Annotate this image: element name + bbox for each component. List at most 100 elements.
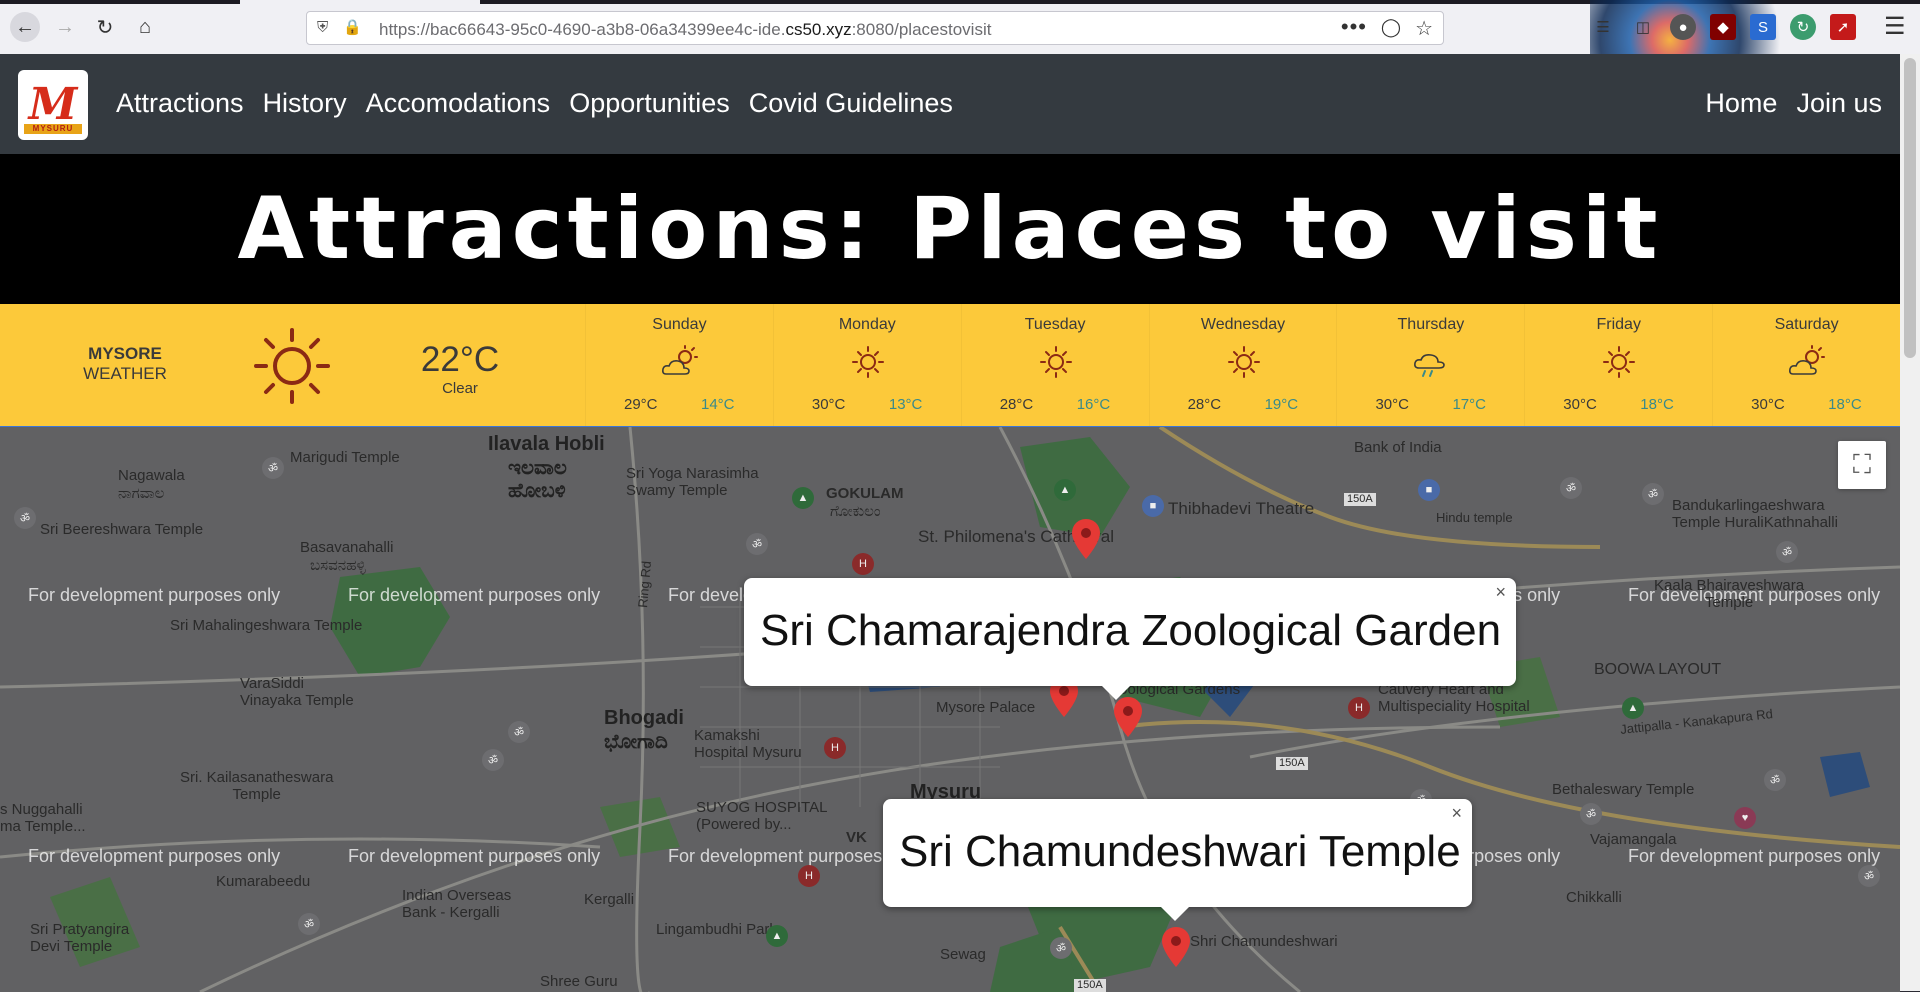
- browser-toolbar: ← → ↻ ⌂ ⛨ 🔒 https://bac66643-95c0-4690-a…: [0, 0, 1920, 55]
- sun-icon: [1224, 344, 1264, 380]
- nav-link-opportunities[interactable]: Opportunities: [569, 88, 730, 119]
- bookmark-star-icon[interactable]: ☆: [1415, 16, 1433, 41]
- library-icon[interactable]: ☰: [1590, 14, 1616, 40]
- google-map[interactable]: For development purposes only For develo…: [0, 426, 1900, 992]
- back-icon[interactable]: ←: [10, 12, 40, 42]
- park-poi-icon[interactable]: ▲: [1622, 697, 1644, 719]
- current-temp: 22°C: [420, 340, 500, 379]
- reload-icon[interactable]: ↻: [90, 12, 120, 42]
- map-label-bhogadi-kn: ಭೋಗಾದಿ: [604, 731, 668, 753]
- forecast-low: 17°C: [1452, 396, 1486, 413]
- nav-link-home[interactable]: Home: [1705, 88, 1777, 119]
- scrollbar-thumb[interactable]: [1904, 58, 1916, 358]
- partly-cloudy-icon: [1787, 344, 1827, 380]
- temple-poi-icon[interactable]: ॐ: [262, 457, 284, 479]
- shopping-poi-icon[interactable]: ♥: [1734, 807, 1756, 829]
- park-poi-icon[interactable]: ▲: [792, 487, 814, 509]
- url-bar[interactable]: ⛨ 🔒 https://bac66643-95c0-4690-a3b8-06a3…: [306, 11, 1444, 45]
- rain-icon: [1411, 344, 1451, 380]
- map-marker-icon[interactable]: [1072, 519, 1100, 559]
- forecast-day-monday: Monday 30°C 13°C: [772, 304, 961, 426]
- road-badge-150a: 150A: [1344, 493, 1376, 506]
- nav-link-accomodations[interactable]: Accomodations: [366, 88, 551, 119]
- nav-link-history[interactable]: History: [263, 88, 347, 119]
- fullscreen-icon[interactable]: ⛶: [1838, 441, 1886, 489]
- shield-icon[interactable]: ⛨: [317, 19, 328, 36]
- info-window-chamundeshwari: Sri Chamundeshwari Temple ×: [883, 799, 1472, 921]
- forecast-low: 18°C: [1828, 396, 1862, 413]
- temple-poi-icon[interactable]: ॐ: [1560, 477, 1582, 499]
- forecast-day-saturday: Saturday 30°C 18°C: [1712, 304, 1900, 426]
- sidebar-icon[interactable]: ◫: [1630, 14, 1656, 40]
- temple-poi-icon[interactable]: ॐ: [508, 721, 530, 743]
- temple-poi-icon[interactable]: ॐ: [1642, 483, 1664, 505]
- map-marker-icon[interactable]: [1162, 927, 1190, 967]
- forecast-low: 16°C: [1076, 396, 1111, 413]
- account-icon[interactable]: ●: [1670, 14, 1696, 40]
- hospital-poi-icon[interactable]: H: [852, 553, 874, 575]
- page-scrollbar[interactable]: [1900, 54, 1920, 991]
- pocket-icon[interactable]: ◯: [1381, 17, 1401, 38]
- info-window-title: Sri Chamarajendra Zoological Garden: [760, 606, 1502, 655]
- road-badge-150a: 150A: [1276, 757, 1308, 770]
- temple-poi-icon[interactable]: ॐ: [482, 749, 504, 771]
- theatre-poi-icon[interactable]: ■: [1142, 495, 1164, 517]
- dev-watermark: For development purposes only: [28, 585, 281, 605]
- weather-label: WEATHER: [83, 364, 167, 383]
- forecast-high: 28°C: [999, 396, 1034, 413]
- page-actions-icon[interactable]: •••: [1341, 14, 1367, 40]
- url-text[interactable]: https://bac66643-95c0-4690-a3b8-06a34399…: [379, 20, 991, 40]
- park-poi-icon[interactable]: ▲: [766, 925, 788, 947]
- park-poi-icon[interactable]: ▲: [1054, 479, 1076, 501]
- weather-widget[interactable]: MYSORE WEATHER 22°C Clear Sunday 29°C 14°C…: [0, 304, 1900, 426]
- hospital-poi-icon[interactable]: H: [824, 737, 846, 759]
- flash-extension-icon[interactable]: ➚: [1830, 14, 1856, 40]
- home-icon[interactable]: ⌂: [130, 12, 160, 42]
- forecast-day-thursday: Thursday 30°C 17°C: [1336, 304, 1524, 426]
- map-label-boowa: BOOWA LAYOUT: [1594, 661, 1722, 678]
- nav-link-covid-guidelines[interactable]: Covid Guidelines: [749, 88, 953, 119]
- dev-watermark: For development purposes only: [1628, 846, 1881, 866]
- bank-poi-icon[interactable]: ■: [1418, 479, 1440, 501]
- temple-poi-icon[interactable]: ॐ: [746, 533, 768, 555]
- map-label-basavana: Basavanahalli: [300, 539, 394, 556]
- ublock-icon[interactable]: ◆: [1710, 14, 1736, 40]
- forecast-day-name: Thursday: [1397, 316, 1465, 333]
- map-marker-icon[interactable]: [1114, 697, 1142, 737]
- map-label-hindu-temple: Hindu temple: [1436, 510, 1513, 525]
- forecast-low: 19°C: [1264, 396, 1299, 413]
- sync-extension-icon[interactable]: ↻: [1790, 14, 1816, 40]
- temple-poi-icon[interactable]: ॐ: [14, 507, 36, 529]
- map-label-bhogadi: Bhogadi: [604, 707, 684, 729]
- hamburger-menu-icon[interactable]: ☰: [1884, 12, 1906, 41]
- forward-icon[interactable]: →: [50, 12, 80, 42]
- forecast-day-name: Wednesday: [1200, 316, 1286, 333]
- nav-link-attractions[interactable]: Attractions: [116, 88, 244, 119]
- temple-poi-icon[interactable]: ॐ: [1050, 937, 1072, 959]
- temple-poi-icon[interactable]: ॐ: [298, 913, 320, 935]
- skype-icon[interactable]: S: [1750, 14, 1776, 40]
- temple-poi-icon[interactable]: ॐ: [1764, 769, 1786, 791]
- active-tab[interactable]: [240, 0, 480, 4]
- hospital-poi-icon[interactable]: H: [1348, 697, 1370, 719]
- forecast-high: 30°C: [1563, 396, 1597, 413]
- nav-link-join-us[interactable]: Join us: [1796, 88, 1882, 119]
- forecast-low: 18°C: [1640, 396, 1674, 413]
- secondary-nav: Home Join us: [1705, 88, 1882, 119]
- close-icon[interactable]: ×: [1451, 803, 1462, 824]
- map-label-sewage: Sewag: [940, 946, 986, 963]
- map-label-kumarabeedu: Kumarabeedu: [216, 873, 311, 890]
- temple-poi-icon[interactable]: ॐ: [1580, 803, 1602, 825]
- lock-icon[interactable]: 🔒: [343, 18, 362, 36]
- mysuru-logo[interactable]: M MYSURU: [18, 70, 88, 140]
- sun-icon: [1036, 344, 1076, 380]
- hospital-poi-icon[interactable]: H: [798, 865, 820, 887]
- forecast-day-name: Friday: [1596, 316, 1641, 333]
- map-label-chikkalli: Chikkalli: [1566, 889, 1622, 906]
- temple-poi-icon[interactable]: ॐ: [1858, 865, 1880, 887]
- map-label-yoga: Sri Yoga Narasimha Swamy Temple: [626, 465, 759, 500]
- forecast-day-name: Monday: [838, 316, 896, 333]
- close-icon[interactable]: ×: [1495, 582, 1506, 603]
- temple-poi-icon[interactable]: ॐ: [1776, 541, 1798, 563]
- forecast-high: 30°C: [1751, 396, 1785, 413]
